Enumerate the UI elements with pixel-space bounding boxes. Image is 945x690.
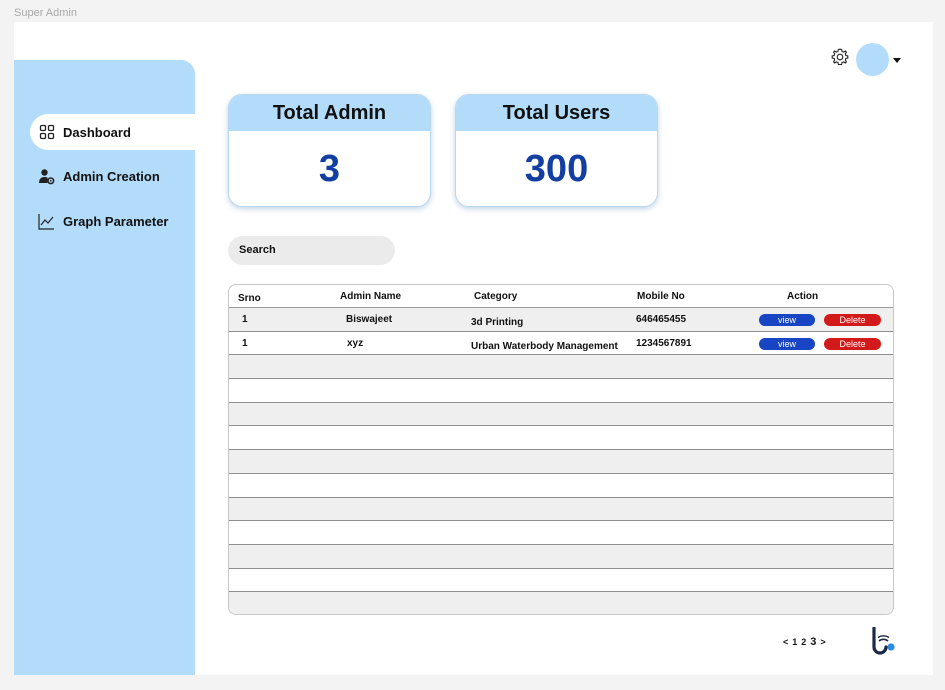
stat-card-total-admin: Total Admin 3	[228, 94, 431, 207]
search-input[interactable]: Search	[228, 236, 395, 265]
cell-mobile: 646465455	[636, 314, 687, 325]
stat-card-title: Total Admin	[229, 95, 430, 131]
table-row-empty	[229, 379, 893, 403]
table-row-empty	[229, 592, 893, 614]
brand-logo	[871, 626, 897, 655]
avatar[interactable]	[856, 43, 889, 76]
table-row-empty	[229, 355, 893, 380]
page-3-link[interactable]: 3	[810, 636, 816, 648]
column-header-action: Action	[787, 291, 819, 302]
sidebar-item-label: Admin Creation	[63, 168, 160, 184]
view-button[interactable]: view	[759, 337, 815, 350]
grid-icon	[38, 124, 55, 141]
frame-label: Super Admin	[14, 7, 77, 19]
stat-card-total-users: Total Users 300	[455, 94, 658, 207]
next-page-button[interactable]: >	[820, 637, 825, 647]
table-row-empty	[229, 450, 893, 474]
stat-card-title: Total Users	[456, 95, 657, 131]
delete-button[interactable]: Delete	[824, 314, 881, 326]
cell-category: 3d Printing	[471, 317, 524, 328]
delete-button[interactable]: Delete	[824, 337, 881, 350]
app-canvas: Dashboard Admin Creation Graph Parameter…	[14, 22, 933, 675]
cell-category: Urban Waterbody Management	[471, 340, 618, 352]
sidebar-item-label: Dashboard	[63, 124, 131, 140]
column-header-admin-name: Admin Name	[340, 291, 402, 302]
table-row: 1 Biswajeet 3d Printing 646465455 view D…	[229, 308, 893, 332]
sidebar-item-graph-parameter[interactable]: Graph Parameter	[30, 203, 169, 239]
table-row-empty	[229, 402, 893, 427]
prev-page-button[interactable]: <	[783, 637, 788, 647]
user-gear-icon	[38, 168, 55, 185]
cell-mobile: 1234567891	[636, 337, 692, 349]
table-row-empty	[229, 474, 893, 498]
column-header-mobile: Mobile No	[637, 291, 685, 302]
caret-down-icon[interactable]	[893, 58, 901, 63]
sidebar: Dashboard Admin Creation Graph Parameter	[14, 60, 195, 675]
cell-admin-name: xyz	[347, 337, 364, 349]
gear-icon[interactable]	[830, 47, 850, 67]
stat-card-value: 3	[318, 148, 341, 190]
cell-admin-name: Biswajeet	[346, 314, 393, 325]
table-row-empty	[229, 544, 893, 569]
page-1-link[interactable]: 1	[792, 637, 797, 647]
table-row-empty	[229, 497, 893, 522]
cell-srno: 1	[242, 337, 248, 349]
sidebar-item-admin-creation[interactable]: Admin Creation	[30, 158, 160, 194]
stat-card-value: 300	[524, 148, 589, 190]
page-2-link[interactable]: 2	[801, 637, 806, 647]
sidebar-item-label: Graph Parameter	[63, 213, 169, 229]
pagination: < 1 2 3 >	[783, 636, 826, 648]
table-row: 1 xyz Urban Waterbody Management 1234567…	[229, 332, 893, 356]
table-header: Srno Admin Name Category Mobile No Actio…	[229, 285, 893, 308]
view-button[interactable]: view	[759, 314, 815, 326]
table-row-empty	[229, 426, 893, 451]
column-header-category: Category	[474, 291, 518, 302]
table-row-empty	[229, 569, 893, 593]
line-chart-icon	[38, 213, 55, 230]
admin-table: Srno Admin Name Category Mobile No Actio…	[228, 284, 894, 615]
sidebar-item-dashboard[interactable]: Dashboard	[30, 114, 195, 150]
table-row-empty	[229, 521, 893, 545]
column-header-srno: Srno	[238, 293, 261, 304]
cell-srno: 1	[242, 314, 248, 325]
